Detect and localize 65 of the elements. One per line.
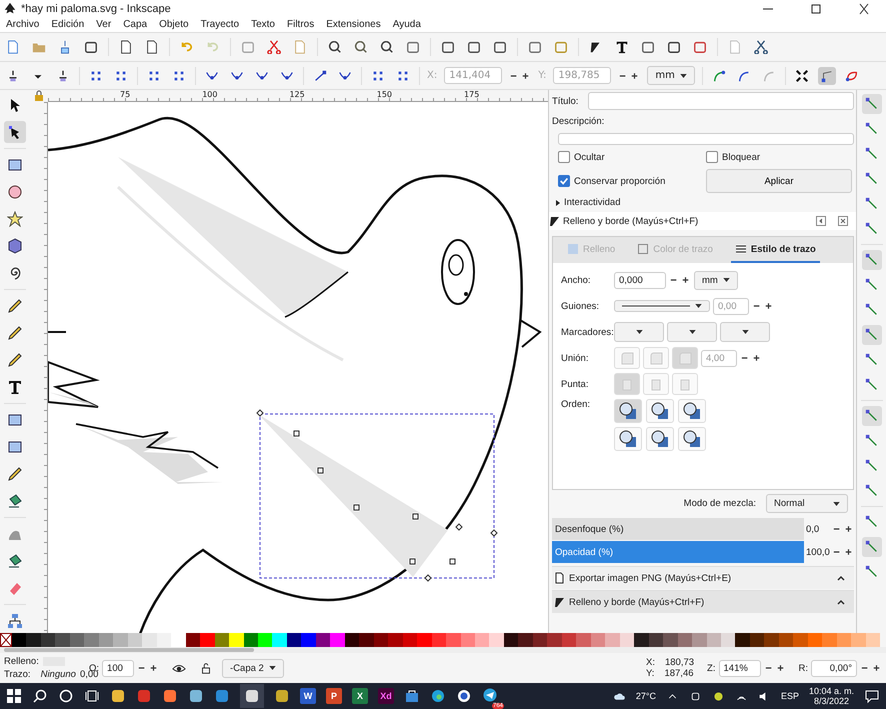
cursor-y-value: 187,46 <box>664 668 694 679</box>
menu-item[interactable]: Ver <box>90 19 118 30</box>
stroke-value: Ninguno <box>40 669 76 680</box>
description-label: Descripción: <box>552 116 606 127</box>
checkbox-label: Bloquear <box>722 152 760 162</box>
dialog-title: Relleno y borde (Mayús+Ctrl+F) <box>563 216 698 226</box>
opacity-label: Opacidad (%) <box>554 546 614 558</box>
y-label: Y: <box>538 70 546 81</box>
tab[interactable]: Estilo de trazo <box>730 237 820 263</box>
menu-item[interactable]: Objeto <box>153 19 195 30</box>
x-label: X: <box>427 70 438 81</box>
menu-item[interactable]: Filtros <box>281 19 320 30</box>
cursor-x-value: 180,73 <box>664 657 694 668</box>
app-taskbar-button[interactable]: P <box>326 688 342 704</box>
width-label: Ancho: <box>561 274 592 286</box>
order-label: Orden: <box>561 399 592 410</box>
markers-label: Marcadores: <box>561 326 611 338</box>
opacity-value: 100,0 <box>806 546 830 558</box>
checkbox-label: Conservar proporción <box>574 176 666 186</box>
fill-label: Relleno: <box>4 656 39 667</box>
menu-item[interactable]: Ayuda <box>386 19 427 30</box>
menu-item[interactable]: Trayecto <box>194 19 246 30</box>
blur-slider[interactable]: Desenfoque (%) <box>552 518 804 540</box>
unit-dropdown[interactable]: mm <box>694 270 738 290</box>
title-label: Título: <box>552 96 578 106</box>
blur-label: Desenfoque (%) <box>554 524 624 534</box>
ruler-label: 175 <box>464 90 480 101</box>
ruler-label: 75 <box>120 90 130 101</box>
interactivity-expander[interactable]: Interactividad <box>564 197 621 208</box>
window-title: *hay mi paloma.svg - Inkscape <box>21 2 171 14</box>
clock-date[interactable]: 8/3/2022 <box>814 696 849 706</box>
zoom-field[interactable]: 141% <box>718 660 760 676</box>
menu-item[interactable]: Capa <box>117 19 154 30</box>
cursor-y-label: Y: <box>646 668 654 679</box>
dashes-label: Guiones: <box>561 300 600 312</box>
layer-dropdown[interactable]: -Capa 2 <box>222 658 284 678</box>
ruler-label: 150 <box>376 90 392 101</box>
cap-label: Punta: <box>561 378 590 390</box>
menu-item[interactable]: Extensiones <box>320 19 387 30</box>
stroke-label: Trazo: <box>4 669 31 680</box>
opacity-slider[interactable]: Opacidad (%) <box>552 541 804 563</box>
checkbox-label: Ocultar <box>574 152 605 162</box>
join-label: Unión: <box>561 352 590 364</box>
blur-value: 0,0 <box>806 524 820 534</box>
app-taskbar-button[interactable]: X <box>352 688 368 704</box>
menu-item[interactable]: Texto <box>245 19 281 30</box>
menu-item[interactable]: Edición <box>45 19 90 30</box>
app-taskbar-button[interactable]: W <box>300 688 316 704</box>
input-language[interactable]: ESP <box>780 691 799 701</box>
rotation-label: R: <box>798 662 808 674</box>
clock-time[interactable]: 10:04 a. m. <box>808 686 854 696</box>
zoom-label: Z: <box>707 662 716 674</box>
stroke-width-field[interactable]: 0,000 <box>614 272 666 288</box>
menu-item[interactable]: Archivo <box>0 19 46 30</box>
ruler-label: 125 <box>289 90 305 101</box>
temperature: 27°C <box>636 691 656 701</box>
unit-dropdown[interactable]: mm <box>647 66 695 85</box>
rotation-field[interactable]: 0,00° <box>811 660 857 676</box>
blend-mode-label: Modo de mezcla: <box>684 498 756 509</box>
opacity-field[interactable]: 100 <box>102 660 134 676</box>
apply-button[interactable]: Aplicar <box>706 169 852 193</box>
ruler-label: 100 <box>202 90 218 101</box>
cursor-x-label: X: <box>646 657 655 668</box>
blend-mode-dropdown[interactable]: Normal <box>766 494 848 513</box>
app-taskbar-button[interactable]: Xd <box>378 688 394 704</box>
